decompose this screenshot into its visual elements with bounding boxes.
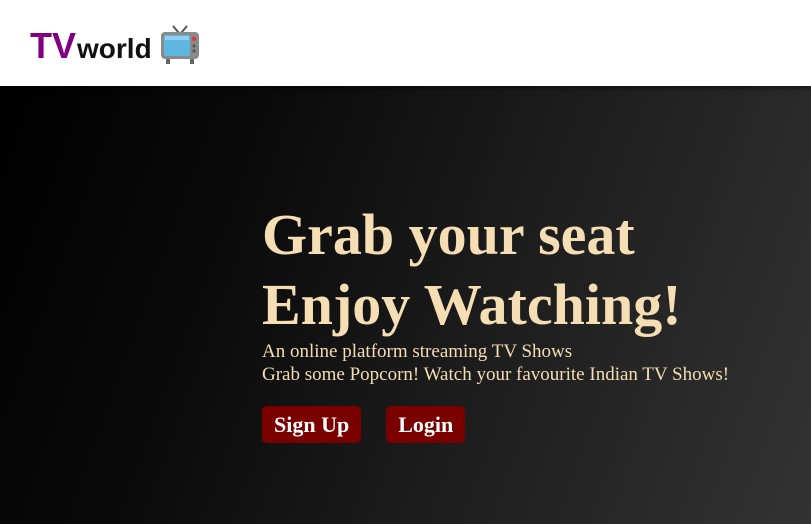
hero-subtitle-2: Grab some Popcorn! Watch your favourite … xyxy=(262,364,730,385)
navbar: TV world xyxy=(0,0,811,86)
television-icon xyxy=(160,25,199,64)
hero-content: Grab your seat Enjoy Watching! An online… xyxy=(262,200,807,443)
headline-line-2: Enjoy Watching! xyxy=(262,272,682,337)
hero-section: Grab your seat Enjoy Watching! An online… xyxy=(0,86,811,524)
logo-tv-text: TV xyxy=(30,25,77,66)
hero-buttons: Sign Up Login xyxy=(262,406,807,443)
headline-line-1: Grab your seat xyxy=(262,202,635,267)
site-logo[interactable]: TV world xyxy=(30,20,200,64)
hero-headline: Grab your seat Enjoy Watching! xyxy=(262,200,807,340)
signup-button[interactable]: Sign Up xyxy=(262,406,362,443)
login-button[interactable]: Login xyxy=(386,406,466,443)
logo-world-text: world xyxy=(77,33,152,64)
hero-subtitle-1: An online platform streaming TV Shows xyxy=(262,341,573,362)
